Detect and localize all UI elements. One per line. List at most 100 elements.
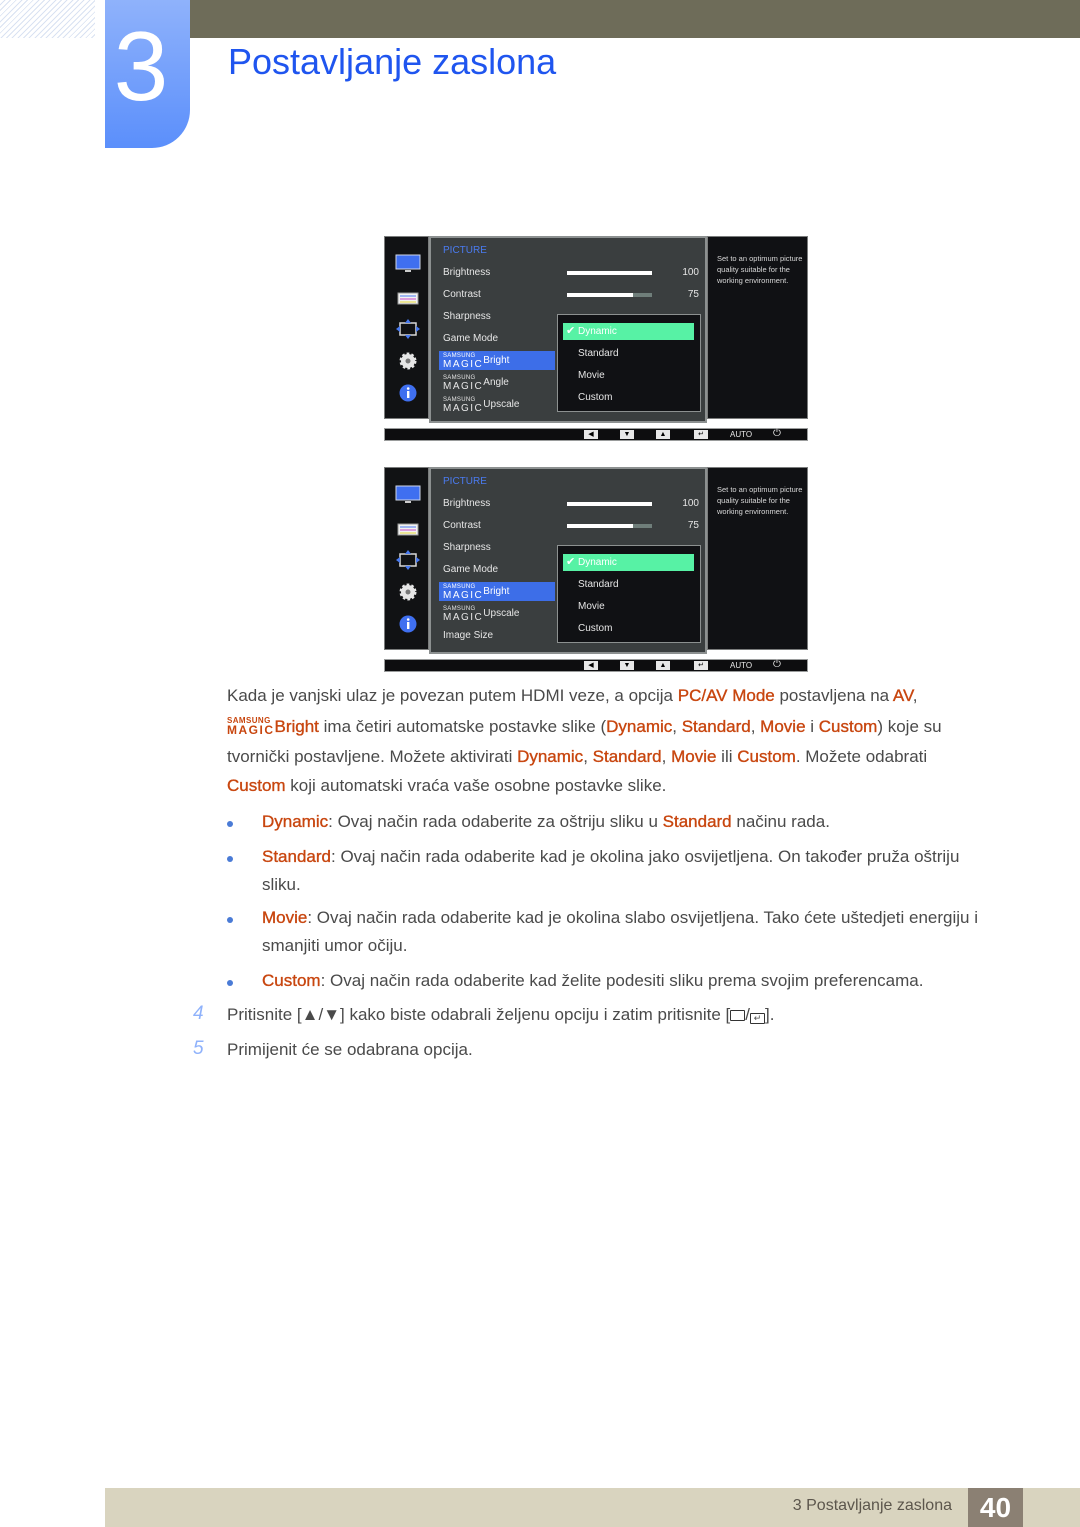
magic-bright-dropdown: ✔ Dynamic Standard Movie Custom	[557, 314, 701, 412]
option-movie[interactable]: Movie	[563, 598, 694, 615]
osd-section-title: PICTURE	[443, 476, 487, 487]
menu-item-game-mode[interactable]: Game Mode	[439, 329, 555, 348]
menu-item-magic-angle[interactable]: SAMSUNG MAGIC Angle	[439, 373, 555, 392]
step-number: 5	[193, 1038, 204, 1059]
contrast-slider[interactable]	[567, 293, 652, 297]
osd-description-text: Set to an optimum picture quality suitab…	[717, 485, 803, 516]
step-number: 4	[193, 1003, 204, 1024]
checkmark-icon: ✔	[566, 556, 576, 568]
bullet-dot	[227, 917, 233, 923]
page-number: 40	[968, 1488, 1023, 1527]
menu-item-label: Brightness	[443, 267, 491, 278]
bullet-dot	[227, 980, 233, 986]
down-arrow-icon[interactable]: ▼	[620, 430, 634, 439]
picture-settings-icon[interactable]	[395, 520, 421, 540]
option-standard[interactable]: Standard	[563, 345, 694, 362]
slider-fill	[567, 524, 634, 528]
menu-item-brightness[interactable]: Brightness	[439, 263, 555, 282]
menu-item-label: Game Mode	[443, 333, 499, 344]
step-4-text: Pritisnite [▲/▼] kako biste odabrali žel…	[227, 1005, 775, 1024]
osd-button-bar: ◀ ▼ ▲ ↵ AUTO ⏻	[384, 659, 808, 672]
left-arrow-icon[interactable]: ◀	[584, 430, 598, 439]
option-movie[interactable]: Movie	[563, 367, 694, 384]
menu-item-label: Upscale	[483, 399, 520, 410]
bullet-text: Movie: Ovaj način rada odaberite kad je …	[262, 908, 979, 927]
menu-item-contrast[interactable]: Contrast	[439, 285, 555, 304]
bullet-dot	[227, 856, 233, 862]
option-dynamic[interactable]: ✔ Dynamic	[563, 323, 694, 340]
header-hatch-decoration	[0, 0, 95, 38]
option-custom[interactable]: Custom	[563, 620, 694, 637]
contrast-value: 75	[687, 520, 699, 531]
osd-side-menu	[384, 467, 429, 650]
osd-section-title: PICTURE	[443, 245, 487, 256]
menu-item-image-size[interactable]: Image Size	[439, 626, 555, 645]
osd-button-bar: ◀ ▼ ▲ ↵ AUTO ⏻	[384, 428, 808, 441]
slider-fill	[567, 502, 652, 506]
contrast-slider[interactable]	[567, 524, 652, 528]
page-title: Postavljanje zaslona	[228, 41, 557, 82]
power-icon[interactable]: ⏻	[773, 659, 781, 670]
enter-icon[interactable]: ↵	[694, 430, 708, 439]
slider-fill	[567, 271, 652, 275]
down-arrow-icon: ▼	[323, 1005, 341, 1024]
enter-button-icon: ↵	[750, 1013, 766, 1024]
up-arrow-icon[interactable]: ▲	[656, 661, 670, 670]
picture-settings-icon[interactable]	[395, 289, 421, 309]
menu-item-label: Contrast	[443, 289, 481, 300]
menu-item-label: Upscale	[483, 608, 520, 619]
contrast-value: 75	[687, 289, 699, 300]
menu-item-magic-bright[interactable]: SAMSUNG MAGIC Bright	[439, 351, 555, 370]
resize-arrows-icon[interactable]	[395, 549, 421, 570]
menu-item-magic-upscale[interactable]: SAMSUNG MAGIC Upscale	[439, 395, 555, 414]
chapter-tab: 3	[105, 0, 190, 148]
osd-description-text: Set to an optimum picture quality suitab…	[717, 254, 803, 285]
brightness-slider[interactable]	[567, 271, 652, 275]
menu-item-contrast[interactable]: Contrast	[439, 516, 555, 535]
osd-picture-menu: PICTURE Brightness Contrast Sharpness Ga…	[429, 236, 707, 423]
down-arrow-icon[interactable]: ▼	[620, 661, 634, 670]
auto-button[interactable]: AUTO	[730, 660, 752, 671]
left-arrow-icon[interactable]: ◀	[584, 661, 598, 670]
footer-chapter-label: 3 Postavljanje zaslona	[792, 1497, 952, 1514]
menu-item-label: Bright	[483, 586, 510, 597]
bullet-text-continued: sliku.	[262, 875, 301, 894]
option-standard[interactable]: Standard	[563, 576, 694, 593]
gear-icon[interactable]	[395, 582, 421, 602]
brightness-value: 100	[682, 498, 699, 509]
menu-item-magic-upscale[interactable]: SAMSUNG MAGIC Upscale	[439, 604, 555, 623]
step-5-text: Primijenit će se odabrana opcija.	[227, 1040, 473, 1059]
menu-item-label: Sharpness	[443, 311, 491, 322]
menu-item-label: Sharpness	[443, 542, 491, 553]
info-icon[interactable]	[395, 383, 421, 403]
samsung-magic-logo: SAMSUNG MAGIC	[443, 352, 484, 370]
auto-button[interactable]: AUTO	[730, 429, 752, 440]
option-custom[interactable]: Custom	[563, 389, 694, 406]
page-footer: 3 Postavljanje zaslona 40	[105, 1488, 1080, 1527]
monitor-icon[interactable]	[395, 485, 421, 505]
intro-line-4: Custom koji automatski vraća vaše osobne…	[227, 776, 667, 795]
menu-item-sharpness[interactable]: Sharpness	[439, 538, 555, 557]
resize-arrows-icon[interactable]	[395, 318, 421, 339]
gear-icon[interactable]	[395, 351, 421, 371]
samsung-magic-logo: SAMSUNG MAGIC	[443, 605, 484, 623]
menu-item-magic-bright[interactable]: SAMSUNG MAGIC Bright	[439, 582, 555, 601]
monitor-icon[interactable]	[395, 254, 421, 274]
info-icon[interactable]	[395, 614, 421, 634]
up-arrow-icon[interactable]: ▲	[656, 430, 670, 439]
samsung-magic-logo: SAMSUNG MAGIC	[227, 716, 275, 737]
menu-item-game-mode[interactable]: Game Mode	[439, 560, 555, 579]
slider-fill	[567, 293, 634, 297]
mode-bullet-list: Dynamic: Ovaj način rada odaberite za oš…	[227, 812, 1017, 992]
power-icon[interactable]: ⏻	[773, 428, 781, 439]
samsung-magic-logo: SAMSUNG MAGIC	[443, 583, 484, 601]
bullet-text: Standard: Ovaj način rada odaberite kad …	[262, 847, 960, 866]
brightness-slider[interactable]	[567, 502, 652, 506]
option-dynamic[interactable]: ✔ Dynamic	[563, 554, 694, 571]
osd-picture-menu: PICTURE Brightness Contrast Sharpness Ga…	[429, 467, 707, 654]
menu-item-sharpness[interactable]: Sharpness	[439, 307, 555, 326]
intro-paragraph: Kada je vanjski ulaz je povezan putem HD…	[227, 686, 1017, 796]
enter-icon[interactable]: ↵	[694, 661, 708, 670]
menu-item-brightness[interactable]: Brightness	[439, 494, 555, 513]
bullet-dot	[227, 821, 233, 827]
